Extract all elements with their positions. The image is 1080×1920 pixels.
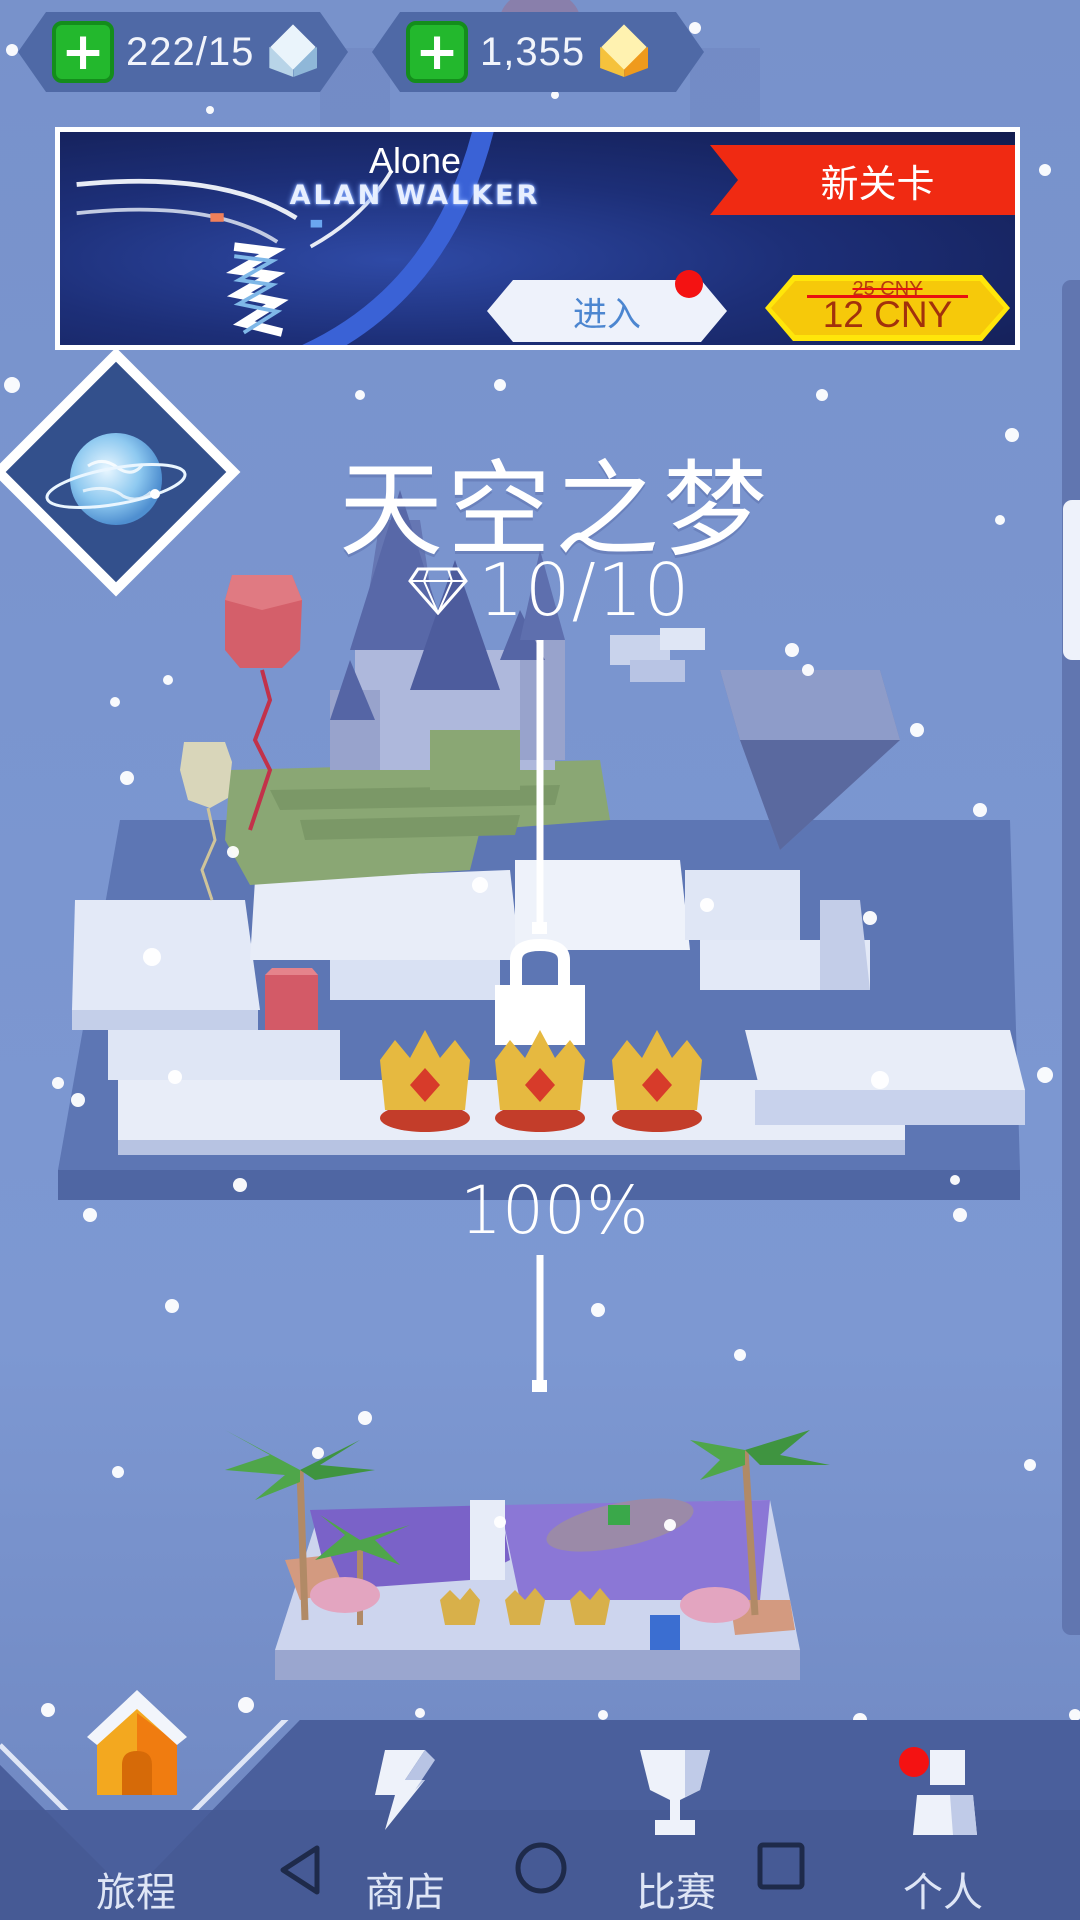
crown-icon: [380, 1030, 470, 1132]
nav-contest-label[interactable]: 比赛: [606, 1860, 746, 1918]
home-icon[interactable]: [82, 1685, 192, 1800]
diamond-count: 10/10: [478, 548, 691, 632]
crown-icon: [612, 1030, 702, 1132]
shop-icon[interactable]: [365, 1745, 445, 1835]
diamond-icon: [408, 567, 468, 615]
plus-icon: +: [415, 22, 459, 82]
new-level-banner[interactable]: Alone ALAN WALKER 新关卡 进入 25 CNY 12 CNY: [55, 127, 1020, 350]
nav-shop-label[interactable]: 商店: [335, 1860, 475, 1918]
new-level-ribbon: 新关卡: [710, 145, 1015, 215]
song-artist: ALAN WALKER: [289, 180, 541, 211]
planet-icon: [45, 433, 187, 525]
game-screen: + 222/15 + 1,355 Alone ALAN WALKER 新关卡 进…: [0, 0, 1080, 1920]
gems-counter: + 1,355: [372, 12, 704, 92]
plus-icon: +: [61, 22, 105, 82]
add-gems-button[interactable]: +: [406, 21, 468, 83]
scrollbar-thumb[interactable]: [1063, 500, 1080, 660]
trophy-icon[interactable]: [630, 1745, 720, 1840]
nav-profile-label[interactable]: 个人: [873, 1860, 1013, 1918]
nav-journey-label[interactable]: 旅程: [66, 1860, 206, 1918]
lives-counter: + 222/15: [18, 12, 348, 92]
recents-key-icon[interactable]: [755, 1840, 807, 1892]
cube-icon: [266, 25, 320, 79]
lives-value: 222/15: [126, 29, 255, 74]
back-key-icon[interactable]: [275, 1840, 325, 1900]
scrollbar-track[interactable]: [1062, 280, 1080, 1635]
progress-percent: 100%: [460, 1172, 649, 1249]
sale-price: 12 CNY: [822, 294, 953, 335]
add-lives-button[interactable]: +: [52, 21, 114, 83]
diamond-counter: 10/10: [408, 548, 691, 632]
song-title: Alone: [368, 140, 462, 181]
gems-value: 1,355: [480, 29, 586, 74]
price-button[interactable]: 25 CNY 12 CNY: [765, 275, 1010, 341]
gem-icon: [597, 25, 651, 79]
crown-icon: [495, 1030, 585, 1132]
profile-notification-dot: [899, 1747, 929, 1777]
notification-dot: [675, 270, 703, 298]
home-key-icon[interactable]: [513, 1840, 569, 1896]
